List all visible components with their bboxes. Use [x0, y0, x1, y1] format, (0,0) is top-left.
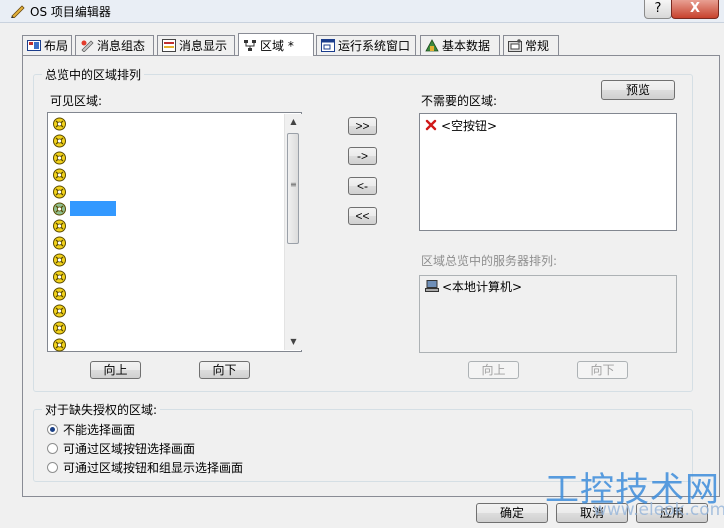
apply-button[interactable]: 应用 [636, 503, 708, 523]
visible-areas-scrollbar[interactable]: ▲ ≡ ▼ [284, 114, 302, 350]
area-picture-icon [53, 304, 66, 317]
list-item-label: <空按钮> [441, 118, 498, 133]
area-picture-icon [53, 253, 66, 266]
move-all-left-button[interactable]: << [348, 207, 377, 225]
tab-panel: 总览中的区域排列 可见区域: ▲ ≡ ▼ >> -> <- << 预览 不需要的… [22, 55, 720, 497]
title-bar: OS 项目编辑器 ? X [0, 0, 724, 23]
server-arrangement-label: 区域总览中的服务器排列: [421, 254, 558, 268]
radio-select-via-area-button[interactable]: 可通过区域按钮选择画面 [47, 439, 195, 457]
tab-label: 布局 [44, 39, 69, 53]
pencil-icon [11, 5, 25, 18]
tab-message-config[interactable]: 消息组态 [75, 35, 154, 55]
radio-button[interactable] [47, 461, 58, 473]
area-picture-icon [53, 202, 66, 215]
tab-runtime-window[interactable]: 运行系统窗口 [316, 35, 416, 55]
tab-area[interactable]: 区域 * [238, 33, 314, 56]
visible-areas-list[interactable]: ▲ ≡ ▼ [47, 112, 302, 352]
help-button[interactable]: ? [644, 0, 672, 19]
unneeded-areas-list[interactable]: <空按钮> [419, 113, 677, 231]
list-item[interactable] [52, 200, 252, 217]
tab-layout[interactable]: 布局 [22, 35, 72, 55]
tab-basic-data[interactable]: 基本数据 [420, 35, 500, 55]
list-item[interactable]: <空按钮> [425, 117, 497, 133]
computer-icon [425, 280, 439, 292]
list-item[interactable] [52, 251, 252, 268]
overview-arrangement-legend: 总览中的区域排列 [42, 66, 145, 83]
server-move-up-button[interactable]: 向上 [468, 361, 519, 379]
message-display-icon [162, 39, 176, 52]
radio-button[interactable] [47, 423, 58, 435]
area-picture-icon [53, 185, 66, 198]
server-arrangement-list[interactable]: <本地计算机> [419, 275, 677, 353]
list-item[interactable]: <本地计算机> [425, 278, 522, 294]
scroll-thumb[interactable]: ≡ [287, 133, 299, 244]
visible-areas-rows [48, 115, 284, 351]
window-title: OS 项目编辑器 [30, 5, 111, 19]
radio-no-picture-selection[interactable]: 不能选择画面 [47, 420, 135, 438]
move-down-button[interactable]: 向下 [199, 361, 250, 379]
area-picture-icon [53, 134, 66, 147]
area-picture-icon [53, 338, 66, 351]
scroll-down-arrow-icon[interactable]: ▼ [285, 334, 302, 350]
list-item[interactable] [52, 132, 252, 149]
preview-button[interactable]: 预览 [601, 80, 675, 100]
area-picture-icon [53, 236, 66, 249]
tab-label: 消息显示 [179, 39, 228, 53]
server-move-down-button[interactable]: 向下 [577, 361, 628, 379]
visible-areas-label: 可见区域: [50, 94, 103, 108]
list-item[interactable] [52, 217, 252, 234]
unneeded-areas-label: 不需要的区域: [421, 94, 498, 108]
area-picture-icon [53, 219, 66, 232]
red-x-icon [425, 119, 437, 131]
list-item[interactable] [52, 149, 252, 166]
scroll-up-arrow-icon[interactable]: ▲ [285, 114, 302, 130]
list-item[interactable] [52, 268, 252, 285]
runtime-window-icon [321, 39, 335, 52]
tab-label: 常规 [525, 39, 550, 53]
move-up-button[interactable]: 向上 [90, 361, 141, 379]
general-icon [508, 39, 522, 52]
area-picture-icon [53, 117, 66, 130]
radio-button[interactable] [47, 442, 58, 454]
list-item[interactable] [52, 319, 252, 336]
radio-label: 可通过区域按钮选择画面 [63, 441, 196, 456]
area-tree-icon [244, 39, 256, 51]
move-all-right-button[interactable]: >> [348, 117, 377, 135]
area-picture-icon [53, 151, 66, 164]
list-item[interactable] [52, 285, 252, 302]
tab-label: 运行系统窗口 [338, 39, 411, 53]
area-picture-icon [53, 168, 66, 181]
area-picture-icon [53, 321, 66, 334]
tab-message-display[interactable]: 消息显示 [157, 35, 235, 55]
radio-label: 可通过区域按钮和组显示选择画面 [63, 460, 244, 475]
move-right-button[interactable]: -> [348, 147, 377, 165]
area-picture-icon [53, 270, 66, 283]
tab-label: 消息组态 [97, 39, 146, 53]
grip-icon: ≡ [290, 180, 297, 189]
tab-label: 区域 * [260, 38, 294, 53]
cancel-button[interactable]: 取消 [556, 503, 628, 523]
list-item-label: <本地计算机> [442, 279, 523, 294]
tab-general[interactable]: 常规 [503, 35, 559, 55]
list-item[interactable] [52, 115, 252, 132]
list-item[interactable] [52, 166, 252, 183]
message-config-icon [81, 40, 94, 52]
list-item[interactable] [52, 336, 252, 353]
close-button[interactable]: X [671, 0, 719, 19]
selected-item-highlight[interactable] [70, 201, 116, 216]
list-item[interactable] [52, 302, 252, 319]
layout-icon [27, 40, 41, 51]
area-picture-icon [53, 287, 66, 300]
move-left-button[interactable]: <- [348, 177, 377, 195]
ok-button[interactable]: 确定 [476, 503, 548, 523]
radio-label: 不能选择画面 [63, 422, 136, 437]
basic-data-icon [425, 39, 439, 52]
list-item[interactable] [52, 183, 252, 200]
radio-select-via-area-and-group[interactable]: 可通过区域按钮和组显示选择画面 [47, 458, 243, 476]
tab-label: 基本数据 [442, 39, 491, 53]
list-item[interactable] [52, 234, 252, 251]
missing-authorization-legend: 对于缺失授权的区域: [42, 401, 161, 418]
